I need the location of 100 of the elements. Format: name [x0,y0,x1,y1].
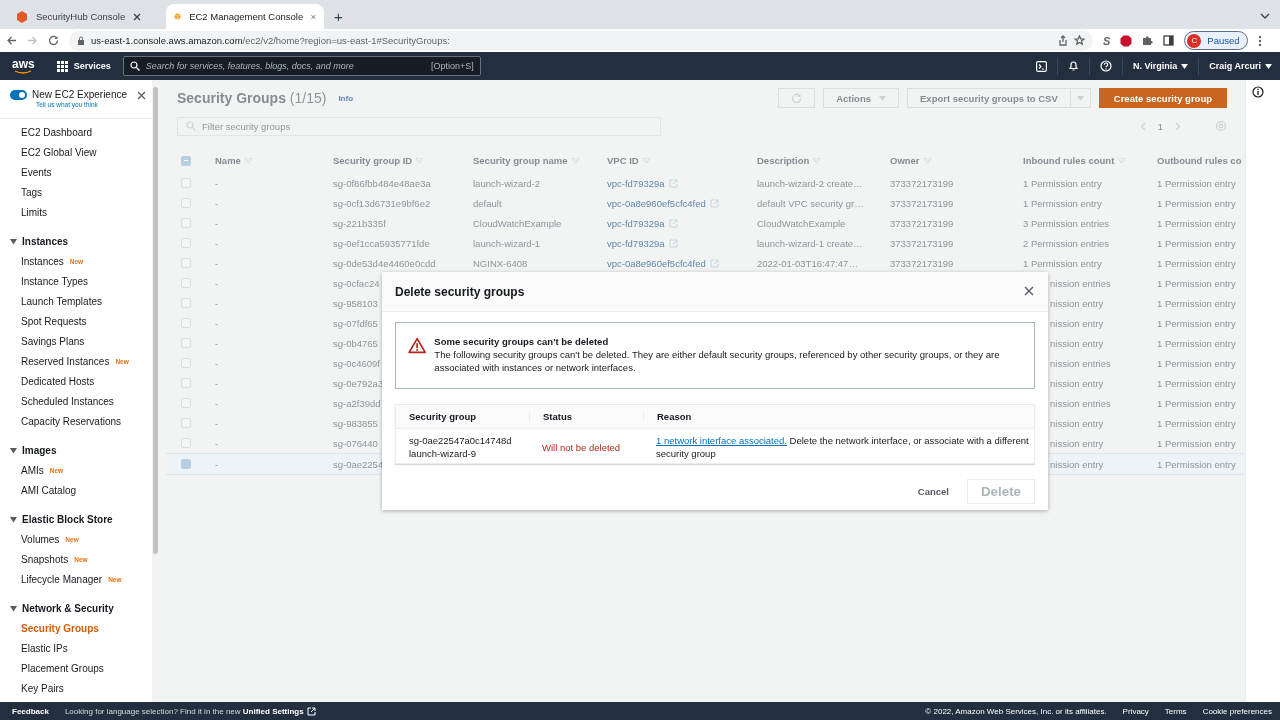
select-all-checkbox[interactable] [181,155,191,166]
gear-icon[interactable] [1215,120,1227,132]
terminal-icon[interactable] [1035,60,1047,72]
search-field[interactable]: Search for services, features, blogs, docs, and more [Option+S] [122,56,481,76]
close-icon[interactable] [133,12,142,21]
nav-section-header[interactable]: Instances [0,231,152,251]
close-icon[interactable] [1024,285,1034,296]
row-checkbox[interactable] [181,198,191,208]
share-icon[interactable] [1058,35,1068,46]
nav-item[interactable]: Scheduled Instances [0,391,152,411]
star-icon[interactable] [1074,35,1085,46]
puzzle-icon[interactable] [1142,35,1154,46]
footer-link[interactable]: Privacy [1122,706,1149,716]
row-checkbox[interactable] [181,318,191,328]
extension-button[interactable]: S [1103,34,1111,47]
close-icon[interactable] [137,91,146,100]
row-checkbox[interactable] [181,338,191,348]
chevron-right-icon[interactable] [1175,121,1181,131]
table-cell: 373372173199 [890,177,954,189]
row-checkbox[interactable] [181,459,191,469]
region-menu[interactable]: N. Virginia [1132,61,1189,71]
table-cell: - [215,317,219,329]
nav-item[interactable]: Tags [0,182,152,202]
row-checkbox[interactable] [181,298,191,308]
row-checkbox[interactable] [181,418,191,428]
aws-logo[interactable]: aws [12,58,47,74]
chevron-left-icon[interactable] [1139,121,1146,131]
row-checkbox[interactable] [181,278,191,288]
stop-sign-icon[interactable] [1120,34,1133,47]
external-link-icon [306,706,316,716]
vpc-link[interactable]: vpc-0a8e960ef5cfc4fed [607,257,719,269]
row-checkbox[interactable] [181,258,191,268]
external-link-icon [668,218,678,228]
nav-section-header[interactable]: Elastic Block Store [0,509,152,529]
nav-section-header[interactable]: Network & Security [0,598,152,618]
row-checkbox[interactable] [181,398,191,408]
row-checkbox[interactable] [181,218,191,228]
chevron-down-icon[interactable] [1260,13,1270,19]
row-checkbox[interactable] [181,358,191,368]
reload-icon[interactable] [48,35,59,46]
nav-item[interactable]: Capacity Reservations [0,411,152,431]
account-menu[interactable]: Craig Arcuri [1209,61,1272,71]
export-dropdown-button[interactable] [1070,88,1091,108]
nav-item[interactable]: EC2 Dashboard [0,122,152,142]
table-cell: sg-0de53d4e4460e0cdd [333,257,436,269]
nav-item[interactable]: EC2 Global View [0,142,152,162]
row-checkbox[interactable] [181,178,191,188]
browser-tab[interactable]: SecurityHub Console [8,4,166,29]
services-menu[interactable]: Services [56,60,111,72]
info-icon[interactable] [1252,86,1264,98]
nav-item[interactable]: Instance Types [0,271,152,291]
info-link[interactable]: Info [338,93,354,103]
browser-tab[interactable]: EC2 Management Console [166,4,324,29]
nav-item[interactable]: Placement Groups [0,658,152,678]
nav-item[interactable]: AMI Catalog [0,480,152,500]
vpc-link[interactable]: vpc-0a8e960ef5cfc4fed [607,197,719,209]
row-checkbox[interactable] [181,438,191,448]
sidebar-icon[interactable] [1163,35,1175,46]
toggle-switch[interactable] [10,90,27,100]
table-cell: sg-0f86fbb484e48ae3a [333,177,431,189]
external-link-icon [709,258,719,268]
nav-section-header[interactable]: Images [0,440,152,460]
footer-link[interactable]: Terms [1164,706,1187,716]
nav-item[interactable]: Savings Plans [0,331,152,351]
nav-item[interactable]: Limits [0,202,152,222]
vpc-link[interactable]: vpc-fd79329a [607,237,678,249]
create-button[interactable]: Create security group [1098,88,1227,108]
vpc-link[interactable]: vpc-fd79329a [607,177,678,189]
vpc-link[interactable]: vpc-fd79329a [607,217,678,229]
network-interface-link[interactable]: 1 network interface associated. [656,435,787,446]
back-arrow-icon[interactable] [6,35,17,46]
nav-item[interactable]: Key Pairs [0,678,152,698]
search-icon [129,61,140,71]
table-cell: sg-076440 [333,437,378,449]
address-bar[interactable]: us-east-1.console.aws.amazon.com/ec2/v2/home?region=us-east-1#SecurityGroups: [69,30,1093,51]
refresh-button[interactable] [778,88,816,108]
nav-item[interactable]: Security Groups [0,618,152,638]
row-checkbox[interactable] [181,378,191,388]
nav-item[interactable]: Elastic IPs [0,638,152,658]
search-icon [186,121,196,131]
new-tab-button[interactable]: + [334,8,343,25]
unified-settings-link[interactable]: Unified Settings [242,706,316,716]
table-cell: 1 Permission entry [1157,257,1236,269]
footer-link[interactable]: Cookie preferences [1202,706,1272,716]
nav-item[interactable]: Dedicated Hosts [0,371,152,391]
table-cell: 1 Permission entry [1023,177,1102,189]
cancel-button[interactable]: Cancel [911,482,955,501]
nav-item[interactable]: Spot Requests [0,311,152,331]
row-checkbox[interactable] [181,238,191,248]
bell-icon[interactable] [1067,60,1079,72]
kebab-menu-icon[interactable] [1257,34,1262,47]
page-title: Security Groups (1/15) [177,90,327,106]
nav-item[interactable]: Launch Templates [0,291,152,311]
forward-arrow-icon[interactable] [27,35,38,46]
feedback-button[interactable]: Feedback [12,706,49,716]
help-icon[interactable] [1099,60,1112,72]
profile-button[interactable]: C Paused [1184,31,1248,50]
nav-item[interactable]: Events [0,162,152,182]
external-link-icon [668,178,678,188]
table-cell: 1 Permission entry [1157,217,1236,229]
